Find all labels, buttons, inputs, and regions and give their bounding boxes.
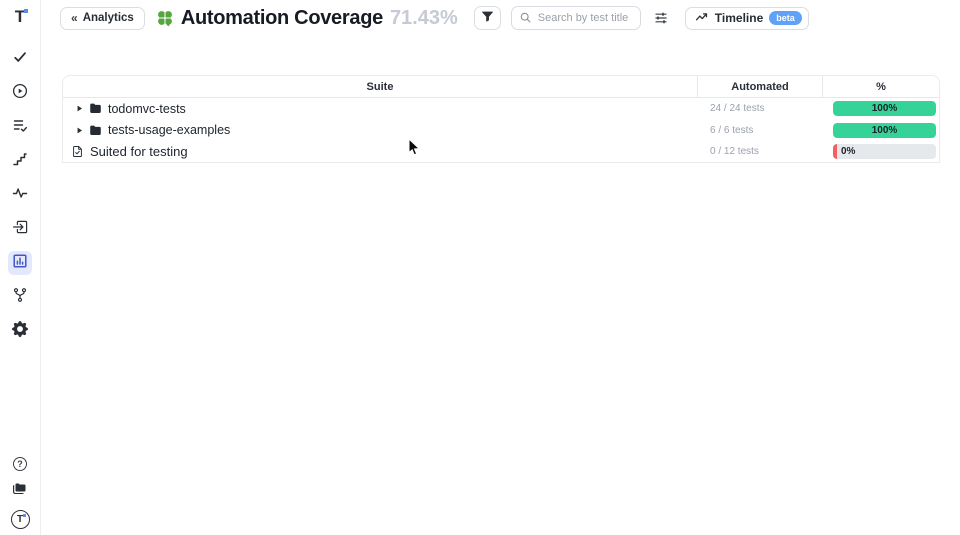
table-row-suited-for-testing[interactable]: Suited for testing 0 / 12 tests 0%	[63, 141, 939, 163]
automated-count: 24 / 24 tests	[697, 103, 822, 114]
account-avatar[interactable]: T	[11, 510, 30, 529]
coverage-bar: 100%	[833, 123, 936, 138]
table-header-row: Suite Automated %	[63, 76, 939, 98]
table-row-tests-usage-examples[interactable]: tests-usage-examples 6 / 6 tests 100%	[63, 120, 939, 142]
trending-up-icon	[695, 10, 709, 27]
table-row-todomvc-tests[interactable]: todomvc-tests 24 / 24 tests 100%	[63, 98, 939, 120]
fork-icon	[12, 287, 28, 308]
activity-icon	[12, 185, 28, 206]
sidebar-item-branches[interactable]	[8, 285, 32, 309]
back-to-analytics-button[interactable]: « Analytics	[60, 7, 145, 30]
checklist-icon	[12, 117, 28, 138]
avatar-accent	[23, 514, 26, 517]
funnel-icon	[481, 10, 494, 26]
coverage-table: Suite Automated % todomvc-tests 24 / 24 …	[62, 75, 940, 163]
topbar: « Analytics Automation Coverage 71.43%	[41, 0, 960, 36]
sidebar-item-settings[interactable]	[8, 319, 32, 343]
play-circle-icon	[12, 83, 28, 104]
coverage-bar: 0%	[833, 144, 936, 159]
sidebar: T	[0, 0, 41, 535]
folder-icon	[89, 102, 102, 115]
automated-count: 6 / 6 tests	[697, 125, 822, 136]
file-check-icon	[71, 145, 84, 158]
sidebar-item-pulse[interactable]	[8, 183, 32, 207]
coverage-bar-label: 100%	[833, 101, 936, 116]
coverage-bar: 100%	[833, 101, 936, 116]
clover-icon	[156, 9, 174, 27]
beta-badge: beta	[769, 11, 802, 25]
main-area: « Analytics Automation Coverage 71.43%	[41, 0, 960, 535]
coverage-percent: 71.43%	[390, 7, 458, 30]
timeline-button[interactable]: Timeline beta	[685, 7, 809, 30]
sidebar-item-import[interactable]	[8, 217, 32, 241]
bar-chart-icon	[12, 253, 28, 274]
suite-name: tests-usage-examples	[108, 123, 230, 137]
sidebar-item-test-plans[interactable]	[8, 115, 32, 139]
app-window: T	[0, 0, 960, 535]
stairs-icon	[12, 151, 28, 172]
timeline-button-label: Timeline	[715, 11, 763, 25]
sidebar-bottom: ? T	[11, 457, 30, 529]
caret-right-icon[interactable]	[75, 126, 84, 135]
column-header-automated: Automated	[697, 76, 822, 97]
suite-name: Suited for testing	[90, 144, 188, 159]
app-logo[interactable]: T	[15, 7, 25, 27]
sidebar-item-runs[interactable]	[8, 81, 32, 105]
projects-button[interactable]	[12, 480, 28, 501]
search-box	[511, 6, 641, 30]
caret-right-icon[interactable]	[75, 104, 84, 113]
sidebar-item-steps[interactable]	[8, 149, 32, 173]
automated-count: 0 / 12 tests	[697, 146, 822, 157]
gear-icon	[12, 321, 28, 342]
column-header-suite: Suite	[63, 76, 697, 97]
search-icon	[519, 11, 532, 29]
folders-icon	[12, 483, 28, 500]
column-header-percent: %	[822, 76, 939, 97]
question-circle-icon: ?	[13, 457, 27, 471]
chevrons-left-icon: «	[71, 11, 77, 25]
sidebar-item-analytics[interactable]	[8, 251, 32, 275]
sidebar-item-tests[interactable]	[8, 47, 32, 71]
sidebar-nav	[8, 47, 32, 352]
suite-name: todomvc-tests	[108, 102, 186, 116]
logo-accent	[24, 9, 28, 13]
coverage-bar-label: 0%	[833, 144, 936, 159]
folder-icon	[89, 124, 102, 137]
page-title: Automation Coverage	[181, 7, 383, 30]
sliders-icon[interactable]	[653, 10, 669, 26]
check-icon	[12, 49, 28, 70]
back-button-label: Analytics	[83, 12, 134, 24]
help-button[interactable]: ?	[13, 457, 27, 471]
filter-button[interactable]	[474, 6, 501, 30]
box-arrow-in-icon	[12, 219, 28, 240]
coverage-bar-label: 100%	[833, 123, 936, 138]
